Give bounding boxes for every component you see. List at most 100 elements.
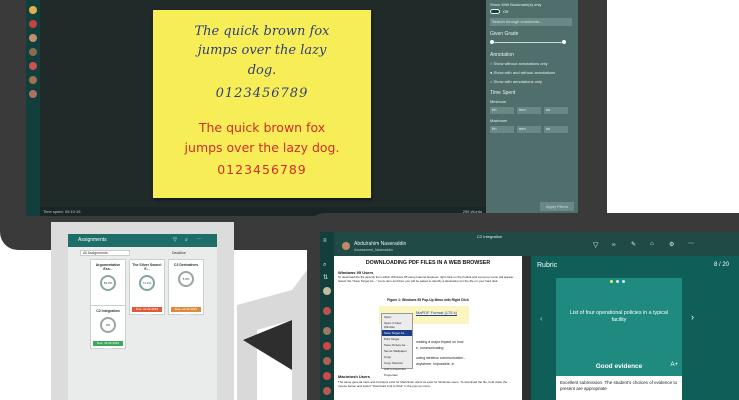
- student-rail: ≡ ⌕ ⇅: [320, 232, 334, 400]
- grade-slider[interactable]: [490, 42, 566, 43]
- pdf-link[interactable]: MaPDF Format (175 k): [416, 310, 457, 315]
- avatar[interactable]: [29, 62, 37, 70]
- toggle-state: Off: [503, 9, 509, 14]
- rubric-description: Excellent submission. The student's choi…: [556, 376, 682, 400]
- tag-icon[interactable]: ⌂: [650, 241, 654, 247]
- due-badge: Due: 14.02.2019 01:01: [171, 307, 201, 316]
- note-line: 0123456789: [217, 162, 307, 177]
- progress-ring: 71.1%: [139, 275, 155, 291]
- doc-section: Macintosh Users: [338, 374, 371, 379]
- note-line: The quick brown fox: [194, 24, 330, 39]
- avatar[interactable]: [323, 327, 331, 335]
- min-hh-input[interactable]: hh: [490, 107, 514, 114]
- sort-select[interactable]: Deadline: [172, 251, 186, 255]
- page-dot: [616, 280, 619, 283]
- doc-text: making a major impact on how: [416, 340, 464, 344]
- menu-item: Open in New Window: [384, 321, 402, 329]
- avatar[interactable]: [29, 48, 37, 56]
- app-header: C2 Integration Abdulrahim Naseraddin Ass…: [320, 232, 739, 256]
- more-icon[interactable]: ⋯: [688, 240, 694, 247]
- page-dot: [610, 280, 613, 283]
- avatar[interactable]: [323, 372, 331, 380]
- card-title: The Silver Sword: E...: [132, 263, 162, 271]
- card-title: Argumentative Ess...: [95, 263, 121, 271]
- doc-paragraph: To download the file directly from withi…: [338, 275, 514, 283]
- doc-heading: DOWNLOADING PDF FILES IN A WEB BROWSER: [365, 260, 491, 266]
- radio-label: Show with and without annotations: [493, 70, 556, 75]
- annotation-label: Annotation: [490, 52, 514, 58]
- assignment-card[interactable]: The Silver Sword: E... 71.1% Due: 14.02.…: [129, 259, 165, 316]
- avatar[interactable]: [29, 76, 37, 84]
- assignment-filter-select[interactable]: All Assignments: [80, 250, 130, 256]
- sort-icon[interactable]: ⇅: [323, 274, 328, 281]
- student-name: Abdulrahim Naseraddin: [354, 241, 407, 247]
- apply-filters-button[interactable]: Apply Filters: [540, 202, 574, 211]
- more-icon[interactable]: ⋯: [197, 236, 202, 242]
- doc-text: owing wireless communication -: [416, 356, 466, 360]
- time-spent-label: Time Spent: [490, 90, 516, 96]
- chevron-left-icon[interactable]: ‹: [540, 314, 543, 323]
- avatar[interactable]: [323, 287, 331, 295]
- radio-label: Show without annotations only: [493, 61, 548, 66]
- due-badge: Due: 14.02.2019 00:10: [93, 341, 123, 350]
- avatar: [342, 242, 350, 250]
- due-badge: Due: 14.02.2019 21:01: [132, 307, 162, 316]
- grade-icon[interactable]: A+: [670, 362, 678, 368]
- avatar[interactable]: [29, 90, 37, 98]
- infinity-icon[interactable]: ∞: [612, 242, 616, 248]
- minimum-label: Minimum: [490, 99, 507, 104]
- filter-icon[interactable]: ▽: [593, 241, 598, 249]
- card-title: C2 Integration: [96, 309, 120, 313]
- progress-ring: 53.3%: [100, 275, 116, 291]
- figure-caption: Figure 1: Windows 95 Pop-Up Menu with Ri…: [387, 298, 469, 302]
- max-hh-input[interactable]: hh: [490, 126, 514, 133]
- filter-icon[interactable]: ▽: [173, 237, 177, 243]
- slider-handle[interactable]: [490, 40, 494, 44]
- avatar[interactable]: [323, 342, 331, 350]
- page-title: Assignments: [78, 237, 107, 243]
- max-mm-input[interactable]: mm: [517, 126, 541, 133]
- search-icon[interactable]: ⌕: [323, 262, 326, 269]
- avatar[interactable]: [323, 307, 331, 315]
- app-title: C2 Integration: [477, 234, 503, 239]
- search-icon[interactable]: ⌕: [185, 237, 188, 243]
- slider-handle[interactable]: [562, 40, 566, 44]
- assignment-card[interactable]: C2 Integration 0% Due: 14.02.2019 00:10: [90, 305, 126, 350]
- bookmark-toggle[interactable]: [490, 9, 500, 14]
- comment-search-input[interactable]: Search through comments...: [490, 18, 572, 26]
- submission-document: DOWNLOADING PDF FILES IN A WEB BROWSER W…: [334, 256, 522, 400]
- page-dot: [622, 280, 625, 283]
- settings-icon[interactable]: ⚙: [669, 241, 674, 248]
- chevron-right-icon[interactable]: ›: [691, 312, 694, 322]
- menu-item: Properties: [384, 373, 398, 377]
- progress-ring: 5.6%: [178, 271, 194, 287]
- menu-icon[interactable]: ≡: [323, 238, 327, 244]
- rubric-level: Good evidence: [595, 363, 643, 370]
- student-subtitle: Assessment_Naseraddin: [354, 248, 393, 252]
- context-menu-screenshot: Open Open in New Window Save Target As..…: [381, 313, 413, 377]
- note-line: jumps over the lazy: [197, 43, 327, 58]
- avatar[interactable]: [323, 357, 331, 365]
- pen-icon[interactable]: ✎: [631, 241, 636, 248]
- doc-text: anywhere, impossible, in: [416, 362, 455, 366]
- assignment-card[interactable]: C2 Derivatives 5.6% Due: 14.02.2019 01:0…: [168, 259, 204, 316]
- radio-both[interactable]: ● Show with and without annotations: [490, 70, 555, 75]
- radio-with[interactable]: ○ Show with annotations only: [490, 79, 542, 84]
- avatar[interactable]: [29, 20, 37, 28]
- radio-without[interactable]: ○ Show without annotations only: [490, 61, 548, 66]
- student-rail: [26, 0, 40, 216]
- min-mm-input[interactable]: mm: [517, 107, 541, 114]
- doc-text: e, communicating: [416, 346, 444, 350]
- min-ss-input[interactable]: ss: [544, 107, 568, 114]
- progress-ring: 0%: [100, 317, 116, 333]
- avatar[interactable]: [29, 6, 37, 14]
- avatar[interactable]: [29, 34, 37, 42]
- note-line: The quick brown fox: [198, 120, 326, 135]
- max-ss-input[interactable]: ss: [544, 126, 568, 133]
- note-line: dog.: [247, 63, 277, 78]
- laptop-stand: [237, 270, 307, 400]
- note-line: jumps over the lazy dog.: [184, 140, 340, 155]
- avatar[interactable]: [323, 387, 331, 395]
- filter-panel: Show With Bookmark(s) only Off Search th…: [486, 0, 578, 216]
- time-spent-status: Time spent: 00:10:15: [43, 209, 81, 214]
